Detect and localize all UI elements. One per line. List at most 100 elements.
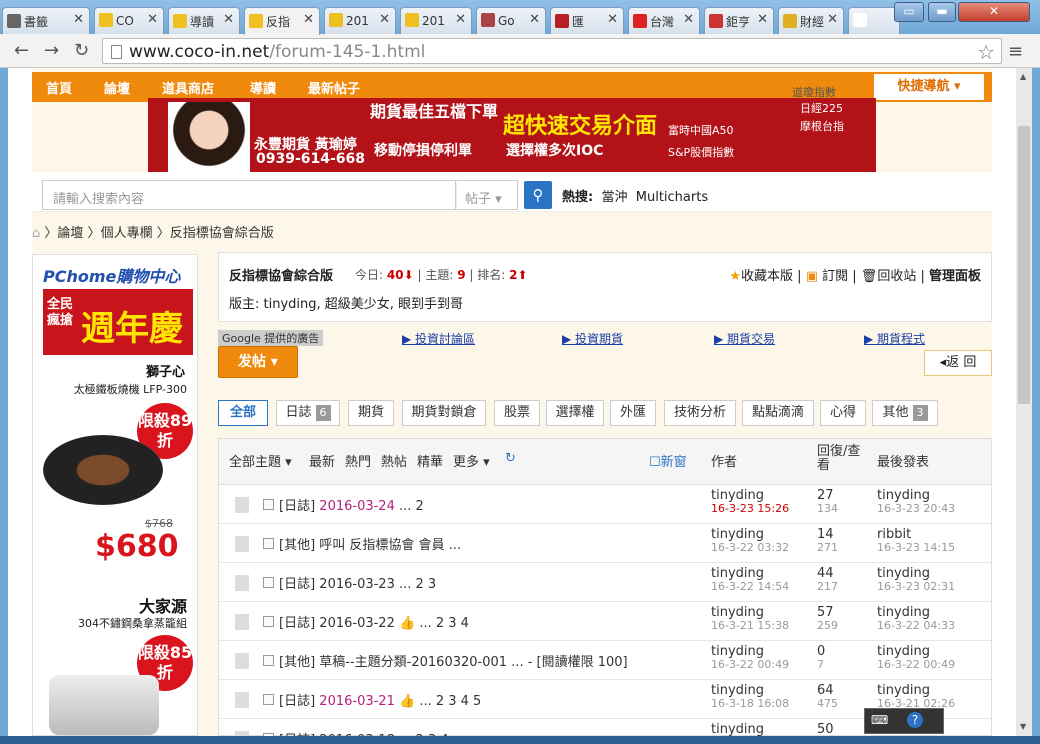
thread-pages[interactable]: 👍 ... 2 3 4 5 bbox=[399, 694, 481, 709]
thread-pages[interactable]: 👍 ... 2 3 4 bbox=[399, 616, 469, 631]
category-tab[interactable]: 外匯 bbox=[610, 400, 656, 426]
thread-tag[interactable]: [日誌] bbox=[279, 499, 315, 514]
bookmark-star-icon[interactable]: ☆ bbox=[977, 40, 995, 64]
thread-last-post[interactable]: tinyding 16-3-22 00:49 bbox=[877, 645, 955, 671]
refresh-icon[interactable]: ↻ bbox=[505, 451, 516, 466]
browser-tab[interactable]: 201 ✕ bbox=[400, 7, 472, 34]
scroll-up-icon[interactable]: ▲ bbox=[1020, 72, 1026, 81]
search-type-select[interactable]: 帖子 ▾ bbox=[456, 180, 518, 210]
banner-ad[interactable]: 期貨最佳五檔下單 超快速交易介面 永豐期貨 黃瑜婷 0939-614-668 移… bbox=[148, 98, 876, 172]
last-user[interactable]: tinyding bbox=[877, 644, 930, 659]
crumb-forum[interactable]: 論壇 bbox=[57, 226, 83, 241]
thread-title-text[interactable]: 2016-03-22 bbox=[319, 616, 395, 631]
thread-author[interactable]: tinyding 16-3-21 15:38 bbox=[711, 606, 789, 632]
recycle-link[interactable]: 回收站 bbox=[877, 269, 916, 284]
address-bar[interactable]: www.coco-in.net/forum-145-1.html ☆ bbox=[102, 38, 1002, 64]
thread-row[interactable]: [日誌] 2016-03-23 ... 2 3 tinyding 16-3-22 1… bbox=[219, 563, 991, 602]
thread-checkbox[interactable] bbox=[263, 577, 274, 588]
thread-checkbox[interactable] bbox=[263, 499, 274, 510]
thread-title[interactable]: [其他] 呼叫 反指標協會 會員 ... bbox=[279, 534, 461, 553]
thread-tag[interactable]: [日誌] bbox=[279, 616, 315, 631]
tab-close-icon[interactable]: ✕ bbox=[529, 12, 540, 27]
crumb-column[interactable]: 個人專欄 bbox=[101, 226, 153, 241]
tab-close-icon[interactable]: ✕ bbox=[683, 12, 694, 27]
thread-checkbox[interactable] bbox=[263, 616, 274, 627]
close-window-button[interactable]: ✕ bbox=[958, 2, 1030, 22]
thread-last-post[interactable]: tinyding 16-3-23 20:43 bbox=[877, 489, 955, 515]
back-button[interactable]: ◂返 回 bbox=[924, 350, 992, 376]
author-name[interactable]: tinyding bbox=[711, 527, 764, 542]
last-user[interactable]: tinyding bbox=[877, 605, 930, 620]
category-tab[interactable]: 選擇權 bbox=[546, 400, 604, 426]
chrome-menu-icon[interactable]: ≡ bbox=[1008, 41, 1023, 62]
tab-close-icon[interactable]: ✕ bbox=[147, 12, 158, 27]
thread-tag[interactable]: [日誌] bbox=[279, 694, 315, 709]
tab-close-icon[interactable]: ✕ bbox=[757, 12, 768, 27]
thread-title[interactable]: [日誌] 2016-03-21 👍 ... 2 3 4 5 bbox=[279, 690, 481, 709]
browser-tab[interactable]: 台灣 ✕ bbox=[628, 7, 700, 34]
thread-last-post[interactable]: tinyding 16-3-21 02:26 bbox=[877, 684, 955, 710]
restore-button[interactable]: ▬ bbox=[928, 2, 956, 22]
thread-checkbox[interactable] bbox=[263, 538, 274, 549]
home-icon[interactable]: ⌂ bbox=[32, 226, 40, 241]
author-name[interactable]: tinyding bbox=[711, 566, 764, 581]
filter-all[interactable]: 全部主題 ▾ bbox=[229, 451, 292, 470]
filter-digest[interactable]: 精華 bbox=[417, 451, 443, 470]
thread-row[interactable]: [日誌] 2016-03-22 👍 ... 2 3 4 tinyding 16-3-… bbox=[219, 602, 991, 641]
ad-link-4[interactable]: ▶ 期貨程式 bbox=[864, 330, 925, 347]
tab-close-icon[interactable]: ✕ bbox=[303, 12, 314, 27]
tab-close-icon[interactable]: ✕ bbox=[827, 12, 838, 27]
minimize-button[interactable]: ▭ bbox=[894, 2, 924, 22]
admin-link[interactable]: 管理面板 bbox=[929, 269, 981, 284]
ime-toolbar[interactable]: ⌨? bbox=[864, 708, 944, 734]
nav-home[interactable]: 首頁 bbox=[46, 78, 72, 97]
filter-hotpost[interactable]: 熱帖 bbox=[381, 451, 407, 470]
last-user[interactable]: tinyding bbox=[877, 488, 930, 503]
filter-more[interactable]: 更多 ▾ bbox=[453, 451, 490, 470]
nav-latest[interactable]: 最新帖子 bbox=[308, 78, 360, 97]
browser-tab[interactable]: 201 ✕ bbox=[324, 7, 396, 34]
filter-latest[interactable]: 最新 bbox=[309, 451, 335, 470]
hot-term-2[interactable]: Multicharts bbox=[636, 190, 708, 205]
forward-arrow-icon[interactable]: → bbox=[44, 40, 59, 61]
thread-author[interactable]: tinyding 16-3-18 16:08 bbox=[711, 684, 789, 710]
category-tab[interactable]: 期貨 bbox=[348, 400, 394, 426]
ad-link-3[interactable]: ▶ 期貨交易 bbox=[714, 330, 775, 347]
thread-checkbox[interactable] bbox=[263, 655, 274, 666]
thread-title[interactable]: [日誌] 2016-03-23 ... 2 3 bbox=[279, 573, 436, 592]
tab-close-icon[interactable]: ✕ bbox=[607, 12, 618, 27]
browser-tab[interactable]: 財經 ✕ bbox=[778, 7, 844, 34]
category-tab[interactable]: 全部 bbox=[218, 400, 268, 426]
browser-tab[interactable]: Go ✕ bbox=[476, 7, 546, 34]
scrollbar[interactable]: ▲ ▼ bbox=[1016, 68, 1032, 736]
search-input[interactable]: 請輸入搜索內容 bbox=[42, 180, 456, 210]
thread-title-text[interactable]: 草稿--主題分類-20160320-001 ... - [閱讀權限 100] bbox=[319, 655, 627, 670]
browser-tab[interactable]: 匯 ✕ bbox=[550, 7, 624, 34]
thread-title-text[interactable]: 呼叫 反指標協會 會員 ... bbox=[319, 538, 461, 553]
thread-last-post[interactable]: ribbit 16-3-23 14:15 bbox=[877, 528, 955, 554]
thread-tag[interactable]: [其他] bbox=[279, 655, 315, 670]
author-name[interactable]: tinyding bbox=[711, 605, 764, 620]
thread-last-post[interactable]: tinyding 16-3-23 02:31 bbox=[877, 567, 955, 593]
thread-author[interactable]: tinyding 16-3-22 00:49 bbox=[711, 645, 789, 671]
browser-tab[interactable]: 反指 ✕ bbox=[244, 7, 320, 35]
nav-shop[interactable]: 道具商店 bbox=[162, 78, 214, 97]
side-ad[interactable]: PChome購物中心 全民瘋搶 週年慶 獅子心 太極鐵板燒機 LFP-300 限… bbox=[32, 254, 198, 736]
category-tab[interactable]: 期貨對鎖倉 bbox=[402, 400, 486, 426]
category-tab[interactable]: 點點滴滴 bbox=[742, 400, 814, 426]
author-name[interactable]: tinyding bbox=[711, 488, 764, 503]
thread-author[interactable]: tinyding bbox=[711, 723, 764, 736]
thread-tag[interactable]: [日誌] bbox=[279, 577, 315, 592]
nav-forum[interactable]: 論壇 bbox=[104, 78, 130, 97]
category-tab[interactable]: 股票 bbox=[494, 400, 540, 426]
thread-row[interactable]: [其他] 草稿--主題分類-20160320-001 ... - [閱讀權限 1… bbox=[219, 641, 991, 680]
scroll-thumb[interactable] bbox=[1018, 126, 1030, 404]
tab-close-icon[interactable]: ✕ bbox=[73, 12, 84, 27]
crumb-board[interactable]: 反指標協會綜合版 bbox=[170, 226, 274, 241]
tab-close-icon[interactable]: ✕ bbox=[455, 12, 466, 27]
tab-close-icon[interactable]: ✕ bbox=[223, 12, 234, 27]
browser-tab[interactable]: CO ✕ bbox=[94, 7, 164, 34]
thread-title[interactable]: [日誌] 2016-03-18 ... 2 3 4 bbox=[279, 729, 449, 736]
last-user[interactable]: ribbit bbox=[877, 527, 911, 542]
author-name[interactable]: tinyding bbox=[711, 722, 764, 736]
